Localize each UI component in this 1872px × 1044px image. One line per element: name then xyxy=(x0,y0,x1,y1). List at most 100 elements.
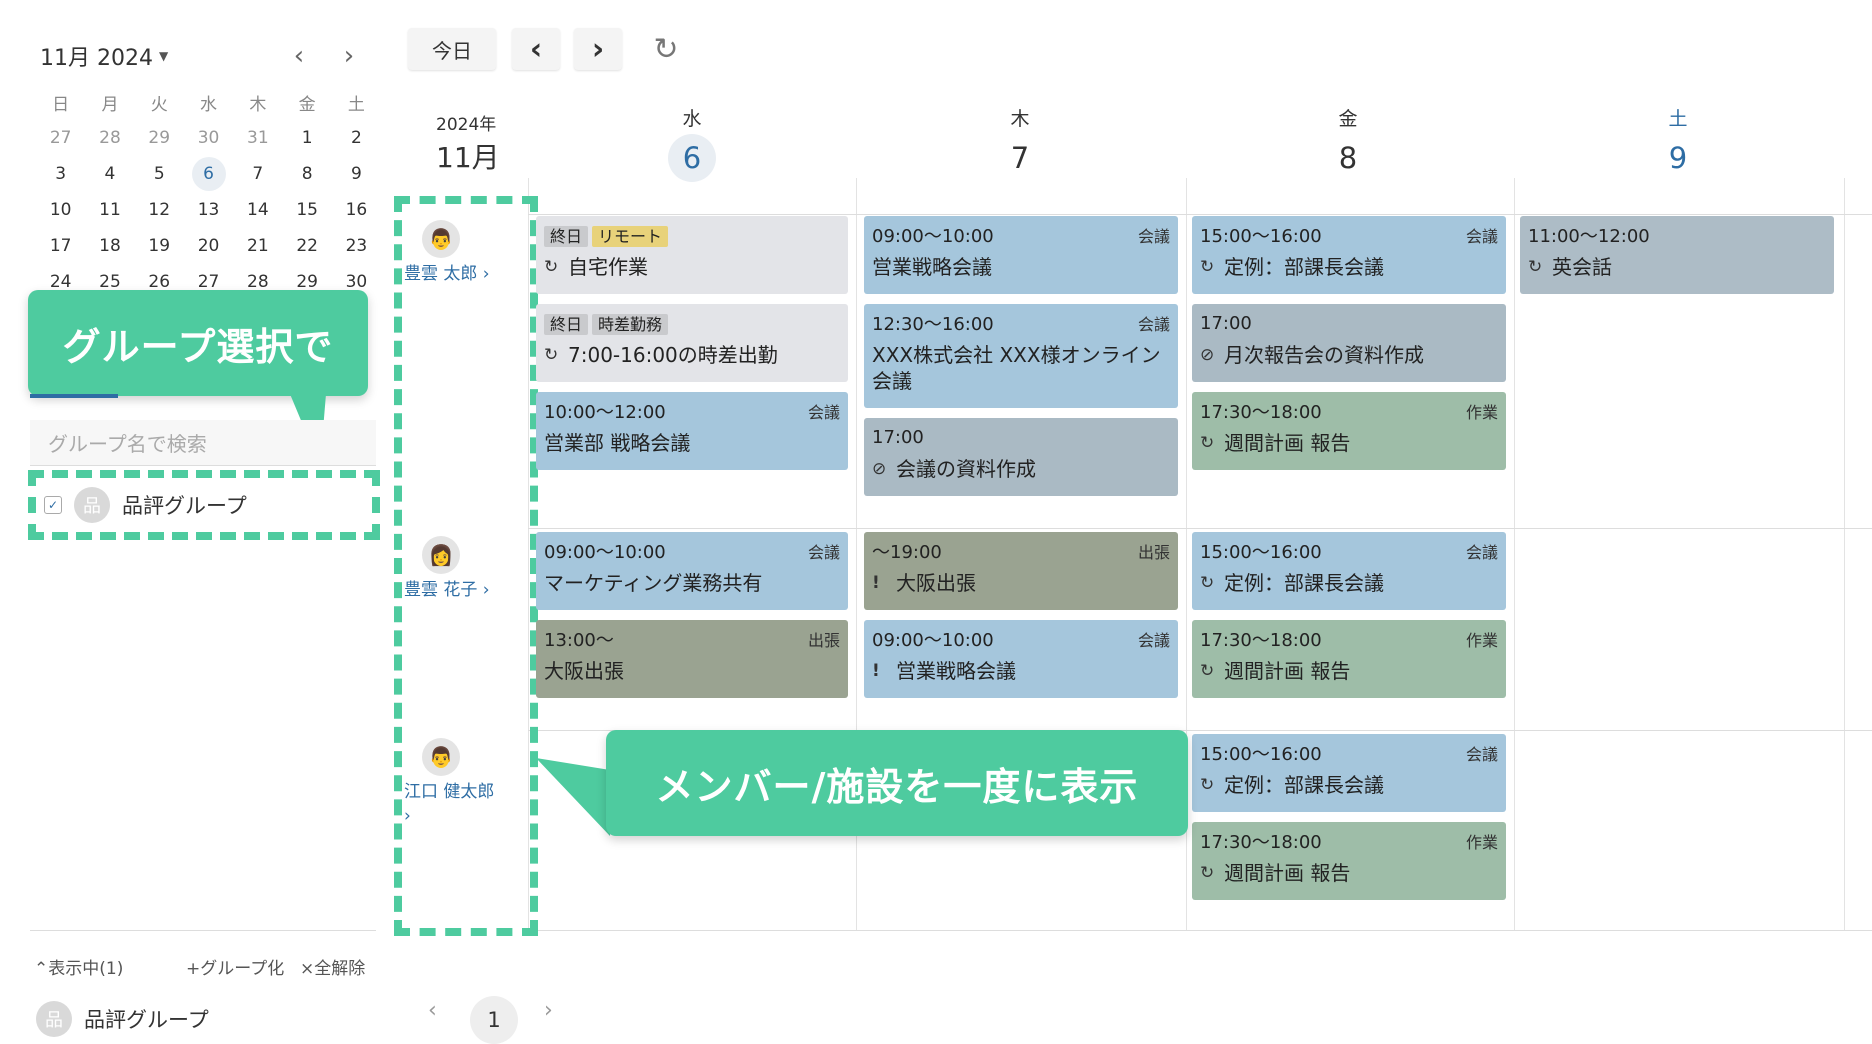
calendar-day[interactable]: 30 xyxy=(184,120,233,156)
event-header: 13:00〜 出張 xyxy=(544,626,840,652)
event-card[interactable]: 09:00〜10:00 会議 ! 営業戦略会議 xyxy=(864,620,1178,698)
event-card[interactable]: 17:30〜18:00 作業 ↻ 週間計画 報告 xyxy=(1192,822,1506,900)
day-number-today[interactable]: 6 xyxy=(668,134,716,182)
calendar-day[interactable]: 14 xyxy=(233,192,282,228)
calendar-day[interactable]: 23 xyxy=(332,228,381,264)
event-category: 会議 xyxy=(1465,227,1498,246)
pager-current-page[interactable]: 1 xyxy=(470,996,518,1044)
event-category: 作業 xyxy=(1465,833,1498,852)
clear-all-button[interactable]: ×全解除 xyxy=(300,954,365,979)
calendar-day[interactable]: 7 xyxy=(233,156,282,192)
event-card[interactable]: 〜19:00 出張 ! 大阪出張 xyxy=(864,532,1178,610)
event-title-row: ↻ 7:00-16:00の時差出勤 xyxy=(544,342,840,368)
day-number[interactable]: 8 xyxy=(1318,134,1378,182)
calendar-day[interactable]: 19 xyxy=(135,228,184,264)
calendar-day[interactable]: 31 xyxy=(233,120,282,156)
grid-line xyxy=(1514,178,1515,930)
event-card[interactable]: 15:00〜16:00 会議 ↻ 定例：部課長会議 xyxy=(1192,532,1506,610)
event-card[interactable]: 17:00 ⊘ 会議の資料作成 xyxy=(864,418,1178,496)
calendar-day-selected[interactable]: 6 xyxy=(184,156,233,192)
calendar-day[interactable]: 29 xyxy=(135,120,184,156)
day-number[interactable]: 7 xyxy=(990,134,1050,182)
event-time: 09:00〜10:00 xyxy=(872,630,994,651)
event-card[interactable]: 17:30〜18:00 作業 ↻ 週間計画 報告 xyxy=(1192,392,1506,470)
tag-allday: 終日 xyxy=(544,226,589,247)
calendar-day[interactable]: 11 xyxy=(85,192,134,228)
callout-members-text: メンバー/施設を一度に表示 xyxy=(655,764,1139,809)
calendar-day[interactable]: 15 xyxy=(282,192,331,228)
tag-flextime: 時差勤務 xyxy=(592,314,669,335)
calendar-day[interactable]: 16 xyxy=(332,192,381,228)
event-title-row: ↻ 定例：部課長会議 xyxy=(1200,570,1498,596)
event-title: 英会話 xyxy=(1552,255,1612,279)
today-button[interactable]: 今日 xyxy=(408,28,496,70)
event-card[interactable]: 11:00〜12:00 ↻ 英会話 xyxy=(1520,216,1834,294)
repeat-icon: ↻ xyxy=(544,257,559,277)
weekday-label: 月 xyxy=(101,94,119,115)
calendar-day[interactable]: 9 xyxy=(332,156,381,192)
calendar-day[interactable]: 4 xyxy=(85,156,134,192)
refresh-button[interactable]: ↻ xyxy=(644,28,688,70)
event-title: 月次報告会の資料作成 xyxy=(1224,343,1424,367)
event-header: 15:00〜16:00 会議 xyxy=(1200,538,1498,564)
event-card[interactable]: 10:00〜12:00 会議 営業部 戦略会議 xyxy=(536,392,848,470)
calendar-day[interactable]: 1 xyxy=(282,120,331,156)
event-title: 定例：部課長会議 xyxy=(1224,255,1384,279)
todo-icon: ⊘ xyxy=(1200,345,1215,365)
event-category: 会議 xyxy=(1137,227,1170,246)
event-card[interactable]: 09:00〜10:00 会議 マーケティング業務共有 xyxy=(536,532,848,610)
event-card[interactable]: 17:30〜18:00 作業 ↻ 週間計画 報告 xyxy=(1192,620,1506,698)
group-search-input[interactable]: グループ名で検索 xyxy=(30,420,376,466)
calendar-day[interactable]: 17 xyxy=(36,228,85,264)
event-card[interactable]: 15:00〜16:00 会議 ↻ 定例：部課長会議 xyxy=(1192,216,1506,294)
next-week-button[interactable]: › xyxy=(574,28,622,70)
calendar-day[interactable]: 5 xyxy=(135,156,184,192)
mini-calendar-grid: 日 月 火 水 木 金 土 27 28 29 30 31 1 2 3 4 5 6… xyxy=(36,84,368,300)
selected-group-item[interactable]: 品 品評グループ xyxy=(36,1001,209,1037)
event-category: 作業 xyxy=(1465,403,1498,422)
calendar-day[interactable]: 10 xyxy=(36,192,85,228)
calendar-day[interactable]: 21 xyxy=(233,228,282,264)
calendar-day[interactable]: 3 xyxy=(36,156,85,192)
weekday-label: 日 xyxy=(52,94,70,115)
mini-calendar-title[interactable]: 11月 2024 ▼ xyxy=(40,40,168,72)
mini-calendar-prev-button[interactable]: ‹ xyxy=(279,36,319,76)
pager-next-button[interactable]: › xyxy=(544,998,553,1023)
event-title-row: ↻ 定例：部課長会議 xyxy=(1200,772,1498,798)
event-card[interactable]: 17:00 ⊘ 月次報告会の資料作成 xyxy=(1192,304,1506,382)
event-header: 17:00 xyxy=(872,424,1170,450)
calendar-day[interactable]: 20 xyxy=(184,228,233,264)
event-time: 11:00〜12:00 xyxy=(1528,226,1650,247)
event-category: 会議 xyxy=(807,543,840,562)
calendar-day[interactable]: 22 xyxy=(282,228,331,264)
event-card[interactable]: 15:00〜16:00 会議 ↻ 定例：部課長会議 xyxy=(1192,734,1506,812)
calendar-day[interactable]: 18 xyxy=(85,228,134,264)
prev-week-button[interactable]: ‹ xyxy=(512,28,560,70)
event-card[interactable]: 終日 時差勤務 ↻ 7:00-16:00の時差出勤 xyxy=(536,304,848,382)
event-time: 15:00〜16:00 xyxy=(1200,226,1322,247)
pager-prev-button[interactable]: ‹ xyxy=(428,998,437,1023)
event-card[interactable]: 09:00〜10:00 会議 営業戦略会議 xyxy=(864,216,1178,294)
group-add-button[interactable]: +グループ化 xyxy=(186,954,284,979)
mini-calendar-next-button[interactable]: › xyxy=(329,36,369,76)
calendar-day[interactable]: 12 xyxy=(135,192,184,228)
event-category: 会議 xyxy=(1465,543,1498,562)
showing-toggle[interactable]: ⌃表示中(1) xyxy=(34,954,123,979)
event-time: 09:00〜10:00 xyxy=(544,542,666,563)
tab-indicator xyxy=(30,394,118,398)
today-button-label: 今日 xyxy=(432,38,472,63)
calendar-day[interactable]: 13 xyxy=(184,192,233,228)
day-number[interactable]: 9 xyxy=(1648,134,1708,182)
event-title: 自宅作業 xyxy=(568,255,648,279)
callout-group-select-text: グループ選択で xyxy=(62,324,334,369)
calendar-day[interactable]: 28 xyxy=(85,120,134,156)
day-weekday: 木 xyxy=(1010,108,1030,130)
calendar-day[interactable]: 2 xyxy=(332,120,381,156)
event-card[interactable]: 12:30〜16:00 会議 XXX株式会社 XXX様オンライン会議 xyxy=(864,304,1178,408)
repeat-icon: ↻ xyxy=(544,345,559,365)
weekday-label: 木 xyxy=(249,94,267,115)
event-card[interactable]: 13:00〜 出張 大阪出張 xyxy=(536,620,848,698)
calendar-day[interactable]: 27 xyxy=(36,120,85,156)
calendar-day[interactable]: 8 xyxy=(282,156,331,192)
event-card[interactable]: 終日 リモート ↻ 自宅作業 xyxy=(536,216,848,294)
